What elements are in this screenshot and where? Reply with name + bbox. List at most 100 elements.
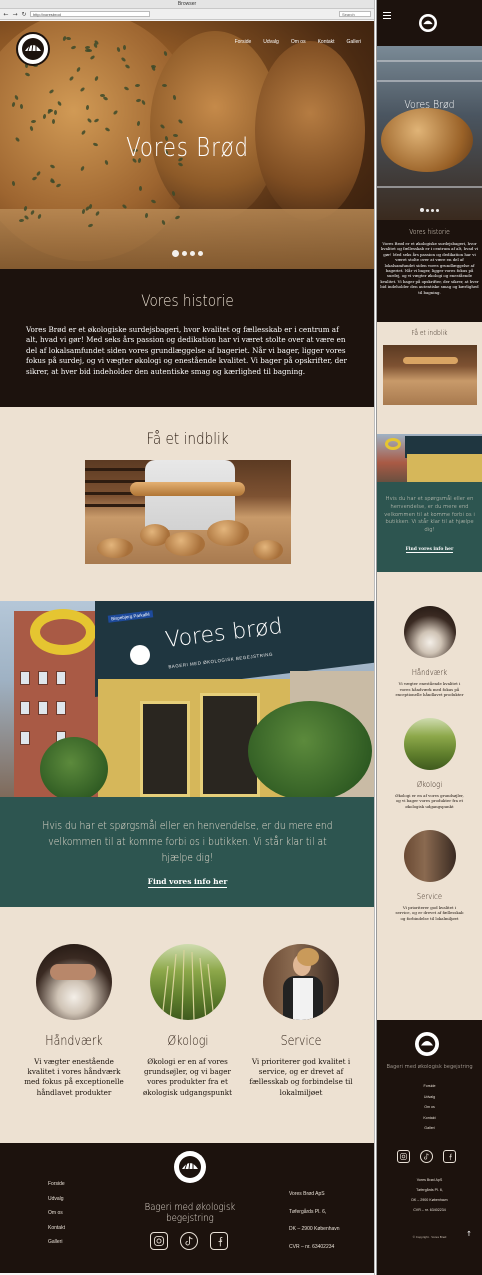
mobile-features-section: Håndværk Vi vægter enestående kvalitet i…	[377, 572, 482, 1020]
pretzel-sign-icon	[30, 609, 96, 655]
footer-link-udvalg[interactable]: Udvalg	[377, 1095, 482, 1099]
feature-text: Vi prioriterer god kvalitet i service, o…	[249, 1057, 353, 1097]
footer-link-udvalg[interactable]: Udvalg	[48, 1196, 65, 1202]
footer-link-om-os[interactable]: Om os	[48, 1210, 65, 1216]
facebook-icon[interactable]	[443, 1150, 456, 1163]
mobile-insight-heading: Få et indblik	[411, 329, 448, 337]
feature-card: Håndværk Vi vægter enestående kvalitet i…	[377, 606, 482, 698]
footer-link-kontakt[interactable]: Kontakt	[48, 1225, 65, 1231]
mobile-hero: Vores Brød	[377, 46, 482, 220]
facebook-icon[interactable]	[210, 1232, 228, 1250]
seed-decoration	[138, 186, 142, 192]
mobile-contact-section: Hvis du har et spørgsmål eller en henven…	[377, 482, 482, 572]
browser-toolbar: ← → ↻ http://voresbrod Search	[0, 9, 374, 20]
slider-dot[interactable]	[420, 208, 424, 212]
feature-text: Økologi er en af vores grundsøjler, og v…	[142, 1057, 232, 1097]
footer-link-galleri[interactable]: Galleri	[48, 1239, 65, 1245]
bread-image	[255, 41, 365, 221]
slider-dot[interactable]	[426, 208, 429, 212]
footer-link-forside[interactable]: Forside	[48, 1181, 65, 1187]
tiktok-icon[interactable]	[180, 1232, 198, 1250]
cvr-number: CVR – nr. 63402234	[413, 1208, 446, 1212]
forward-arrow-icon[interactable]: →	[12, 11, 18, 18]
slider-dot[interactable]	[190, 251, 195, 256]
find-info-link[interactable]: Find vores info her	[147, 877, 228, 888]
hamburger-menu-icon[interactable]	[383, 12, 391, 21]
nav-item-udvalg[interactable]: Udvalg	[263, 39, 279, 45]
nav-item-om-os[interactable]: Om os	[291, 39, 306, 45]
nav-item-galleri[interactable]: Galleri	[347, 39, 361, 45]
instagram-icon[interactable]	[150, 1232, 168, 1250]
seed-decoration	[18, 218, 24, 223]
nav-item-forside[interactable]: Forside	[235, 39, 252, 45]
seed-decoration	[30, 119, 36, 124]
mobile-logo-icon[interactable]	[419, 14, 437, 32]
footer-address: Vores Brød ApS Tøfergårds Pl. 6, DK – 29…	[289, 1186, 340, 1256]
baker-bread-image	[382, 345, 477, 405]
mobile-footer-tagline: Bageri med økologisk begejstring	[386, 1064, 473, 1070]
insight-section: Få et indblik	[0, 407, 374, 601]
feature-text: Vi vægter enestående kvalitet i vores hå…	[24, 1057, 124, 1097]
mobile-header	[377, 0, 482, 46]
mobile-copyright: © Copyright · Vores Brød	[412, 1235, 447, 1239]
flour-hands-icon	[403, 606, 456, 658]
story-text: Vores Brød er et økologiske surdejsbager…	[26, 325, 347, 376]
contact-section: Hvis du har et spørgsmål eller en henven…	[0, 797, 374, 907]
url-field[interactable]: http://voresbrod	[30, 11, 150, 17]
mobile-footer-address: Vores Brød ApS Tøfergårds Pl. 6, DK – 29…	[377, 1175, 482, 1215]
footer-link-forside[interactable]: Forside	[377, 1084, 482, 1088]
seed-decoration	[135, 98, 141, 103]
street-address: Tøfergårds Pl. 6,	[416, 1188, 443, 1192]
logo-icon[interactable]	[16, 32, 50, 66]
instagram-icon[interactable]	[397, 1150, 410, 1163]
mobile-footer: Bageri med økologisk begejstring Forside…	[377, 1020, 482, 1275]
wheat-field-icon	[149, 944, 226, 1020]
postal-city: DK – 2900 København	[289, 1226, 340, 1232]
story-section: Vores historie Vores Brød er et økologis…	[0, 269, 374, 407]
social-links	[150, 1232, 228, 1250]
seed-decoration	[19, 103, 24, 109]
features-section: Håndværk Vi vægter enestående kvalitet i…	[0, 907, 374, 1143]
baker-bread-image	[84, 460, 291, 564]
nav-item-kontakt[interactable]: Kontakt	[318, 39, 335, 45]
mobile-footer-logo-icon[interactable]	[415, 1032, 439, 1056]
hero-slider: Forside Udvalg Om os Kontakt Galleri Vor…	[0, 21, 374, 269]
story-heading: Vores historie	[141, 291, 234, 310]
tree	[40, 737, 108, 797]
mobile-insight-section: Få et indblik	[377, 322, 482, 434]
slider-dot[interactable]	[436, 208, 439, 212]
tiktok-icon[interactable]	[420, 1150, 433, 1163]
seed-decoration	[84, 48, 91, 52]
mobile-hero-title: Vores Brød	[404, 98, 455, 111]
feature-card: Økologi Økologi er en af vores grundsøjl…	[377, 717, 482, 810]
cutting-board	[0, 209, 374, 269]
seed-decoration	[47, 108, 54, 113]
mobile-preview: Vores Brød Vores historie Vores Brød er …	[376, 0, 482, 1275]
seed-decoration	[99, 93, 105, 98]
footer-link-om-os[interactable]: Om os	[377, 1105, 482, 1109]
slider-dot[interactable]	[182, 251, 187, 256]
reload-icon[interactable]: ↻	[21, 11, 27, 18]
mobile-social-links	[397, 1150, 456, 1163]
slider-dot[interactable]	[198, 251, 203, 256]
footer-logo-icon[interactable]	[174, 1151, 206, 1183]
footer-link-galleri[interactable]: Galleri	[377, 1126, 482, 1130]
footer-link-kontakt[interactable]: Kontakt	[377, 1116, 482, 1120]
mobile-story-text: Vores Brød er et økologiske surdejsbager…	[380, 241, 479, 295]
back-arrow-icon[interactable]: ←	[3, 11, 9, 18]
slider-dot[interactable]	[431, 208, 434, 212]
mobile-find-info-link[interactable]: Find vores info her	[405, 547, 454, 553]
baker-portrait-icon	[263, 944, 339, 1020]
feature-card: Service Vi prioriterer god kvalitet i se…	[377, 829, 482, 922]
browser-search-input[interactable]: Search	[339, 11, 371, 17]
feature-title: Service	[280, 1034, 322, 1049]
mobile-story-section: Vores historie Vores Brød er et økologis…	[377, 220, 482, 322]
mobile-contact-text: Hvis du har et spørgsmål eller en henven…	[384, 496, 475, 534]
mobile-storefront-image	[377, 434, 482, 482]
mobile-story-heading: Vores historie	[409, 228, 450, 236]
street-address: Tøfergårds Pl. 6,	[289, 1208, 327, 1215]
slider-dots	[0, 250, 374, 257]
sign-logo-icon	[130, 645, 150, 665]
footer-tagline: Bageri med økologisk begejstring	[144, 1202, 236, 1224]
slider-dot[interactable]	[172, 250, 179, 257]
